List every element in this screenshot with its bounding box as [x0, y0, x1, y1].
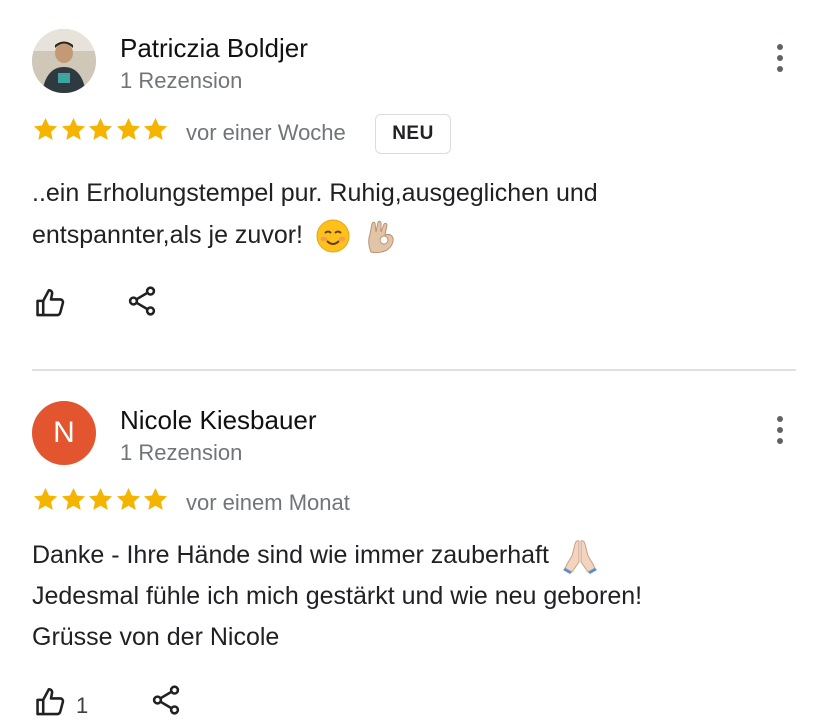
- star-rating: [32, 486, 170, 516]
- review-text-line: Jedesmal fühle ich mich gestärkt und wie…: [32, 582, 643, 610]
- thumb-up-icon: [36, 288, 65, 317]
- share-button[interactable]: [146, 680, 186, 720]
- review-text-line: Danke - Ihre Hände sind wie immer zauber…: [32, 535, 792, 576]
- star-icon: [116, 118, 140, 140]
- more-vert-icon: [777, 44, 783, 50]
- review-divider: [32, 369, 796, 371]
- review-text-line: Grüsse von der Nicole: [32, 623, 280, 651]
- author-name[interactable]: Nicole Kiesbauer: [120, 405, 317, 436]
- star-icon: [33, 118, 58, 140]
- thumb-up-icon: [36, 687, 65, 716]
- more-vert-icon: [777, 55, 783, 61]
- author-review-count[interactable]: 1 Rezension: [120, 68, 242, 94]
- avatar-initial: N: [53, 416, 75, 449]
- share-icon: [152, 685, 180, 715]
- star-icon: [61, 118, 85, 140]
- review-text-line-text: Danke - Ihre Hände sind wie immer zauber…: [32, 541, 549, 569]
- more-options-button[interactable]: [766, 410, 794, 450]
- star-icon: [116, 488, 140, 510]
- star-rating: [32, 116, 170, 146]
- star-icon: [88, 488, 113, 510]
- more-vert-icon: [777, 416, 783, 422]
- like-button[interactable]: [31, 682, 71, 722]
- star-icon: [61, 488, 85, 510]
- review-text-line: entspannter,als je zuvor!: [32, 214, 792, 256]
- more-vert-icon: [777, 427, 783, 433]
- review-time: vor einem Monat: [186, 490, 350, 515]
- review-text: ..ein Erholungstempel pur. Ruhig,ausgegl…: [32, 172, 792, 256]
- star-icon: [143, 118, 168, 140]
- star-icon: [33, 488, 58, 510]
- author-review-count[interactable]: 1 Rezension: [120, 440, 242, 466]
- avatar-photo-image: [32, 29, 96, 93]
- ok-hand-emoji: [368, 221, 394, 254]
- author-name[interactable]: Patriczia Boldjer: [120, 33, 308, 64]
- folded-hands-emoji: [562, 540, 597, 575]
- review-text: Danke - Ihre Hände sind wie immer zauber…: [32, 535, 792, 658]
- like-count: 1: [76, 693, 89, 718]
- review-time: vor einer Woche: [186, 120, 346, 145]
- more-vert-icon: [777, 66, 783, 72]
- author-avatar[interactable]: N: [32, 401, 96, 465]
- like-button[interactable]: [31, 283, 71, 323]
- share-button[interactable]: [122, 281, 162, 321]
- share-icon: [128, 286, 156, 316]
- more-options-button[interactable]: [766, 38, 794, 78]
- star-icon: [88, 118, 113, 140]
- review-text-line: ..ein Erholungstempel pur. Ruhig,ausgegl…: [32, 179, 598, 207]
- star-icon: [143, 488, 168, 510]
- new-badge: NEU: [375, 114, 451, 154]
- more-vert-icon: [777, 438, 783, 444]
- smiling-face-emoji: [316, 219, 350, 253]
- author-avatar[interactable]: [32, 29, 96, 93]
- review-text-line-text: entspannter,als je zuvor!: [32, 221, 303, 249]
